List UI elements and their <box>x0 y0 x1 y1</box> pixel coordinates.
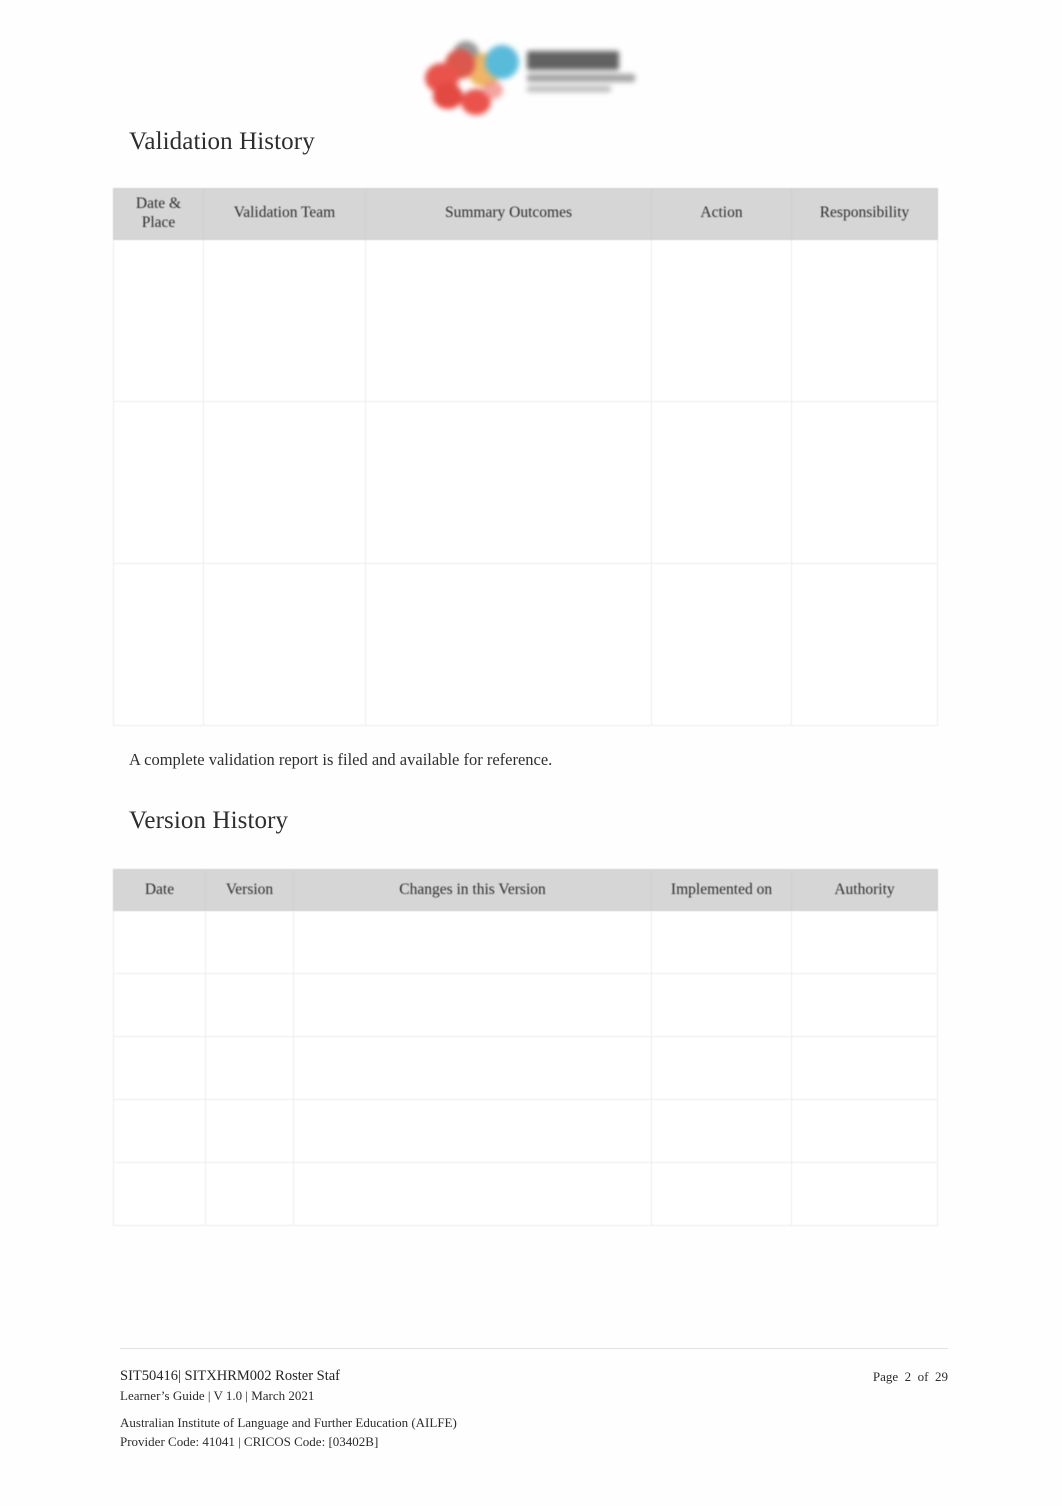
footer-page-number: Page 2 of 29 <box>872 1369 948 1384</box>
document-page: Validation History Date & Place Validati… <box>0 0 1062 1506</box>
page-header <box>0 34 1062 120</box>
footer-organisation-info: Australian Institute of Language and Fur… <box>120 1414 457 1452</box>
table-cell[interactable] <box>203 562 366 726</box>
footer-organisation-name: Australian Institute of Language and Fur… <box>120 1415 457 1430</box>
table-cell[interactable] <box>365 238 652 402</box>
page-footer: SIT50416| SITXHRM002 Roster Staf Learner… <box>120 1366 948 1405</box>
table-row <box>113 973 938 1037</box>
column-header-date: Date <box>113 869 206 911</box>
footer-provider-codes: Provider Code: 41041 | CRICOS Code: [034… <box>120 1433 379 1449</box>
table-cell[interactable] <box>113 238 204 402</box>
table-row <box>113 400 938 564</box>
table-cell[interactable] <box>651 910 792 974</box>
table-cell[interactable] <box>365 400 652 564</box>
table-row <box>113 1162 938 1226</box>
table-row <box>113 1099 938 1163</box>
table-cell[interactable] <box>791 1162 938 1226</box>
table-cell[interactable] <box>791 1036 938 1100</box>
table-cell[interactable] <box>113 973 206 1037</box>
footer-document-info: SIT50416| SITXHRM002 Roster Staf Learner… <box>120 1366 340 1405</box>
table-cell[interactable] <box>293 1162 652 1226</box>
table-cell[interactable] <box>791 238 938 402</box>
validation-history-table: Date & Place Validation Team Summary Out… <box>113 188 938 726</box>
table-cell[interactable] <box>113 1099 206 1163</box>
logo-wordmark <box>527 49 643 101</box>
column-header-responsibility: Responsibility <box>791 188 938 240</box>
column-header-authority: Authority <box>791 869 938 911</box>
column-header-implemented-on: Implemented on <box>651 869 792 911</box>
logo-mark-icon <box>423 41 519 115</box>
table-cell[interactable] <box>791 1099 938 1163</box>
table-cell[interactable] <box>293 1036 652 1100</box>
table-cell[interactable] <box>651 238 792 402</box>
table-cell[interactable] <box>791 400 938 564</box>
table-cell[interactable] <box>113 562 204 726</box>
table-cell[interactable] <box>205 1036 294 1100</box>
table-cell[interactable] <box>365 562 652 726</box>
table-cell[interactable] <box>293 973 652 1037</box>
table-row <box>113 238 938 402</box>
table-cell[interactable] <box>113 400 204 564</box>
table-cell[interactable] <box>203 400 366 564</box>
table-cell[interactable] <box>205 1162 294 1226</box>
table-header-row: Date Version Changes in this Version Imp… <box>113 869 938 911</box>
table-cell[interactable] <box>205 973 294 1037</box>
validation-history-heading: Validation History <box>129 128 315 155</box>
version-history-heading: Version History <box>129 807 289 834</box>
table-cell[interactable] <box>651 973 792 1037</box>
column-header-changes: Changes in this Version <box>293 869 652 911</box>
table-header-row: Date & Place Validation Team Summary Out… <box>113 188 938 240</box>
table-cell[interactable] <box>293 910 652 974</box>
table-cell[interactable] <box>205 910 294 974</box>
column-header-summary-outcomes: Summary Outcomes <box>365 188 652 240</box>
table-cell[interactable] <box>651 400 792 564</box>
column-header-action: Action <box>651 188 792 240</box>
validation-report-note: A complete validation report is filed an… <box>129 750 553 769</box>
table-cell[interactable] <box>113 1036 206 1100</box>
table-row <box>113 910 938 974</box>
table-cell[interactable] <box>651 1162 792 1226</box>
column-header-date-place: Date & Place <box>113 188 204 240</box>
table-cell[interactable] <box>205 1099 294 1163</box>
table-cell[interactable] <box>293 1099 652 1163</box>
table-cell[interactable] <box>791 910 938 974</box>
table-cell[interactable] <box>651 562 792 726</box>
column-header-version: Version <box>205 869 294 911</box>
table-cell[interactable] <box>651 1099 792 1163</box>
version-history-table: Date Version Changes in this Version Imp… <box>113 869 938 1226</box>
table-cell[interactable] <box>113 910 206 974</box>
table-row <box>113 562 938 726</box>
footer-unit-code: SIT50416| SITXHRM002 Roster Staf <box>120 1368 340 1384</box>
table-cell[interactable] <box>203 238 366 402</box>
ailfe-logo <box>415 37 647 117</box>
footer-divider <box>120 1348 948 1349</box>
table-cell[interactable] <box>113 1162 206 1226</box>
table-cell[interactable] <box>791 562 938 726</box>
footer-guide-line: Learner’s Guide | V 1.0 | March 2021 <box>120 1387 315 1403</box>
column-header-validation-team: Validation Team <box>203 188 366 240</box>
table-cell[interactable] <box>651 1036 792 1100</box>
table-row <box>113 1036 938 1100</box>
table-cell[interactable] <box>791 973 938 1037</box>
